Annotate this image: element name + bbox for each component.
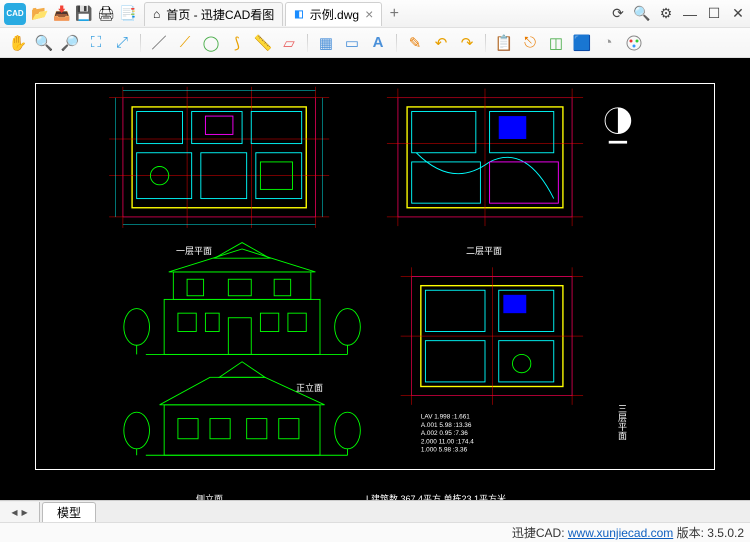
elev-side-label: 侧立面 <box>196 492 223 500</box>
layout-tab-bar: ◀▶ 模型 <box>0 500 750 522</box>
rect-tool-icon[interactable]: ▭ <box>342 33 362 53</box>
app-icon: CAD <box>4 3 26 25</box>
redo-icon[interactable]: ↷ <box>457 33 477 53</box>
circle-tool-icon[interactable]: ◯ <box>201 33 221 53</box>
refresh-icon[interactable]: ⟳ <box>610 6 626 22</box>
status-right: 迅捷CAD: www.xunjiecad.com 版本: 3.5.0.2 <box>512 524 744 541</box>
elev-front-label: 正立面 <box>296 381 323 394</box>
toolbar-separator <box>396 34 397 52</box>
drawing-info-line: L建筑数 367.4平方 单栋23.1平方米 <box>366 492 506 500</box>
zoom-in-icon[interactable]: 🔍 <box>34 33 54 53</box>
color-icon[interactable]: 🟦 <box>572 33 592 53</box>
main-toolbar: ✋ 🔍 🔎 ⛶ ⤢ ／ ⟋ ◯ ⟆ 📏 ▱ ▦ ▭ A ✎ ↶ ↷ 📋 ⎋ ◫ … <box>0 28 750 58</box>
undo-icon[interactable]: ↶ <box>431 33 451 53</box>
tab-home-label: 首页 - 迅捷CAD看图 <box>166 6 274 23</box>
window-controls: ⟳ 🔍 ⚙ — ☐ ✕ <box>610 6 746 22</box>
floor1-label: 一层平面 <box>176 244 212 257</box>
fit-view-icon[interactable]: ⛶ <box>86 33 106 53</box>
save-icon[interactable]: 💾 <box>76 6 92 22</box>
layers-icon[interactable]: ▦ <box>316 33 336 53</box>
text-tool-icon[interactable]: A <box>368 33 388 53</box>
line-tool-icon[interactable]: ／ <box>149 33 169 53</box>
layer-manager-icon[interactable]: ◔ <box>598 33 618 53</box>
tab-file[interactable]: ◧ 示例.dwg × <box>285 2 382 26</box>
drawing-canvas[interactable]: LAV 1.998 :1.661 A.001 5.98 :13.36 A.002… <box>0 58 750 500</box>
tab-home[interactable]: ⌂ 首页 - 迅捷CAD看图 <box>144 2 283 26</box>
status-url-link[interactable]: www.xunjiecad.com <box>568 526 673 540</box>
toolbar-separator <box>307 34 308 52</box>
layout-tab-nav[interactable]: ◀▶ <box>0 502 40 522</box>
palette-icon[interactable] <box>624 33 644 53</box>
close-button[interactable]: ✕ <box>730 6 746 22</box>
annotate-icon[interactable]: ✎ <box>405 33 425 53</box>
toolbar-separator <box>140 34 141 52</box>
home-icon: ⌂ <box>153 7 160 21</box>
arc-tool-icon[interactable]: ⟆ <box>227 33 247 53</box>
tab-add-button[interactable]: + <box>384 5 404 23</box>
gear-icon[interactable]: ⚙ <box>658 6 674 22</box>
quick-access-toolbar: 📂 📥 💾 🖨 📑 <box>32 6 136 22</box>
zoom-out-icon[interactable]: 🔎 <box>60 33 80 53</box>
search-icon[interactable]: 🔍 <box>634 6 650 22</box>
svg-text:A.002 0.95 :7.36: A.002 0.95 :7.36 <box>421 430 468 437</box>
tab-close-icon[interactable]: × <box>365 7 373 21</box>
tab-file-label: 示例.dwg <box>310 6 359 23</box>
cad-drawing-svg: LAV 1.998 :1.661 A.001 5.98 :13.36 A.002… <box>36 84 714 469</box>
title-tab-bar: CAD 📂 📥 💾 🖨 📑 ⌂ 首页 - 迅捷CAD看图 ◧ 示例.dwg × … <box>0 0 750 28</box>
dwg-file-icon: ◧ <box>294 9 303 20</box>
import-icon[interactable]: 📥 <box>54 6 70 22</box>
status-bar: 迅捷CAD: www.xunjiecad.com 版本: 3.5.0.2 <box>0 522 750 542</box>
maximize-button[interactable]: ☐ <box>706 6 722 22</box>
clipboard-icon[interactable]: 📋 <box>494 33 514 53</box>
fullscreen-icon[interactable]: ⤢ <box>112 33 132 53</box>
svg-text:LAV 1.998 :1.661: LAV 1.998 :1.661 <box>421 414 470 421</box>
svg-text:2.000 11.00 :174.4: 2.000 11.00 :174.4 <box>421 438 474 445</box>
svg-text:1.000 5.98 :3.36: 1.000 5.98 :3.36 <box>421 447 468 454</box>
measure-area-icon[interactable]: ▱ <box>279 33 299 53</box>
drawing-frame: LAV 1.998 :1.661 A.001 5.98 :13.36 A.002… <box>35 83 715 470</box>
status-version-label: 版本: <box>677 526 704 540</box>
open-icon[interactable]: 📂 <box>32 6 48 22</box>
pan-icon[interactable]: ✋ <box>8 33 28 53</box>
toolbar-separator <box>485 34 486 52</box>
status-brand: 迅捷CAD: <box>512 526 565 540</box>
polyline-tool-icon[interactable]: ⟋ <box>175 33 195 53</box>
model-tab[interactable]: 模型 <box>42 502 96 522</box>
measure-length-icon[interactable]: 📏 <box>253 33 273 53</box>
batch-icon[interactable]: 📑 <box>120 6 136 22</box>
minimize-button[interactable]: — <box>682 6 698 22</box>
svg-text:A.001 5.98 :13.36: A.001 5.98 :13.36 <box>421 422 472 429</box>
explode-icon[interactable]: ⎋ <box>520 33 540 53</box>
3d-icon[interactable]: ◫ <box>546 33 566 53</box>
status-version: 3.5.0.2 <box>707 526 744 540</box>
floor2-label: 二层平面 <box>466 244 502 257</box>
floor3-label: 三层平面 <box>616 404 629 440</box>
print-icon[interactable]: 🖨 <box>98 6 114 22</box>
